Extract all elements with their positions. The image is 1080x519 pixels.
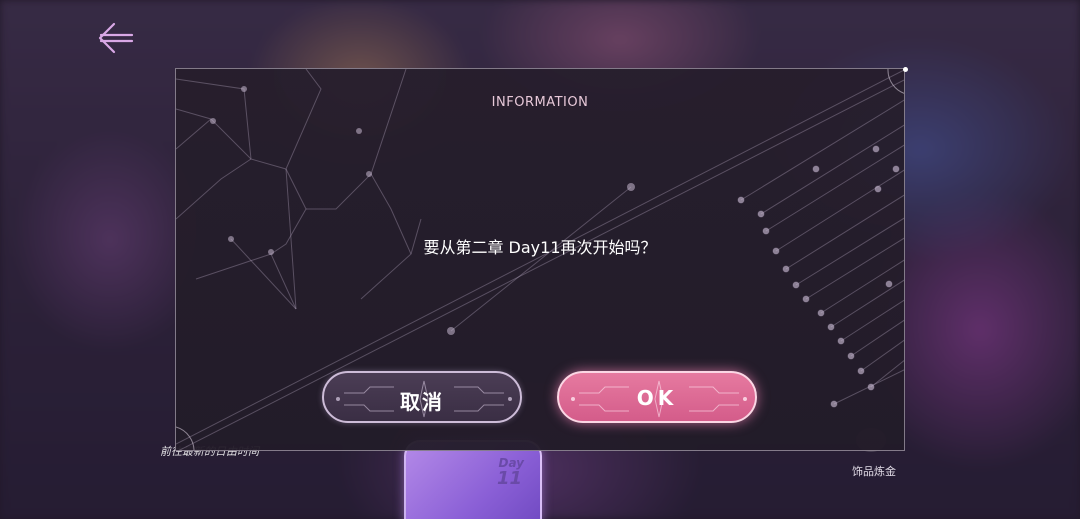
day-badge-number: 11 <box>496 468 522 489</box>
back-button[interactable] <box>96 18 136 58</box>
dialog-title: INFORMATION <box>491 95 589 110</box>
dialog-decoration <box>176 69 904 450</box>
cancel-button-label: 取消 <box>400 390 444 414</box>
back-arrow-icon <box>98 22 134 54</box>
ok-button-label: OK <box>636 386 678 410</box>
cancel-button[interactable]: 取消 <box>322 371 522 423</box>
day-badge[interactable]: Day 11 <box>404 440 542 519</box>
accessory-alchemy-label[interactable]: 饰品炼金 <box>852 463 896 479</box>
information-dialog: INFORMATION 要从第二章 Day11再次开始吗？ 取消 OK <box>175 68 905 451</box>
ok-button[interactable]: OK <box>557 371 757 423</box>
game-screen: 前往最新的日由时间 Day 11 饰品炼金 INFORMATION 要从第二章 … <box>0 0 1080 519</box>
dialog-corner-dot <box>903 67 908 72</box>
dialog-message: 要从第二章 Day11再次开始吗？ <box>423 238 657 257</box>
